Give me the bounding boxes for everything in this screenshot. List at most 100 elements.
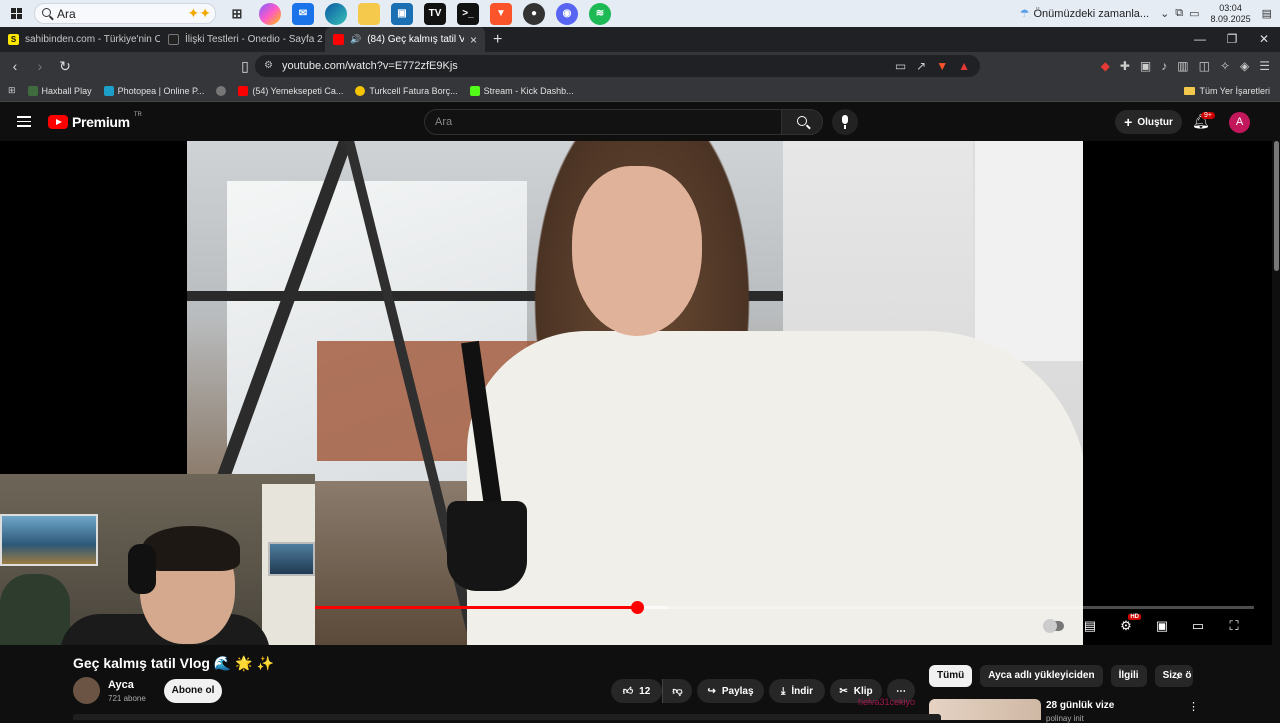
page-scrollbar[interactable] bbox=[1272, 141, 1280, 645]
bookmark-globe[interactable] bbox=[216, 85, 227, 96]
taskbar-clock[interactable]: 03:04 8.09.2025 bbox=[1211, 3, 1251, 25]
notification-center-icon[interactable]: ▤ bbox=[1262, 7, 1272, 20]
subscribe-button[interactable]: Abone ol bbox=[164, 679, 222, 703]
extension-icon[interactable]: ◆ bbox=[1101, 59, 1110, 73]
bookmark-photopea[interactable]: Photopea | Online P... bbox=[103, 85, 205, 96]
new-tab-icon[interactable]: + bbox=[493, 31, 502, 49]
menu-icon[interactable]: ☰ bbox=[1259, 59, 1270, 73]
description-box[interactable] bbox=[73, 714, 941, 720]
extensions-icon[interactable]: ✚ bbox=[1120, 59, 1130, 73]
recommendation-channel[interactable]: polinay init bbox=[1046, 714, 1084, 723]
screenshot-icon[interactable]: ▣ bbox=[1140, 59, 1151, 73]
site-info-icon[interactable]: ⚙ bbox=[264, 60, 273, 71]
weather-widget[interactable]: ☂ Önümüzdeki zamanla... bbox=[1020, 7, 1149, 21]
autoplay-toggle[interactable] bbox=[1043, 617, 1064, 635]
back-icon[interactable]: ‹ bbox=[5, 58, 25, 74]
tab-onedio[interactable]: İlişki Testleri - Onedio - Sayfa 2 bbox=[160, 27, 325, 52]
terminal-icon[interactable]: >_ bbox=[457, 2, 479, 25]
webcam-painting bbox=[268, 542, 315, 576]
mail-icon[interactable]: ✉ bbox=[292, 2, 314, 25]
theater-mode-icon[interactable]: ▭ bbox=[1188, 617, 1208, 635]
file-explorer-icon[interactable] bbox=[358, 2, 380, 25]
channel-name[interactable]: Ayca bbox=[108, 679, 134, 691]
copilot-icon[interactable] bbox=[259, 2, 281, 25]
share-icon[interactable]: ↗ bbox=[916, 59, 926, 73]
account-avatar[interactable]: A bbox=[1229, 112, 1250, 133]
tab-sahibinden[interactable]: S sahibinden.com - Türkiye'nin Online bbox=[0, 27, 160, 52]
restore-icon[interactable]: ❐ bbox=[1216, 27, 1248, 52]
fullscreen-icon[interactable]: ⛶ bbox=[1224, 617, 1244, 635]
recommendation-title[interactable]: 28 günlük vize bbox=[1046, 700, 1114, 711]
video-frame[interactable] bbox=[187, 141, 1083, 645]
channel-avatar[interactable] bbox=[73, 677, 100, 704]
task-view-icon[interactable]: ⊞ bbox=[226, 3, 248, 25]
chip-from-uploader[interactable]: Ayca adlı yükleyiciden bbox=[980, 665, 1103, 687]
bookmark-yemeksepeti[interactable]: (54) Yemeksepeti Ca... bbox=[238, 85, 343, 96]
chevron-right-icon[interactable]: › bbox=[1176, 669, 1180, 683]
audio-playing-icon[interactable]: 🔊 bbox=[350, 34, 361, 45]
close-tab-icon[interactable]: × bbox=[470, 33, 477, 47]
hamburger-menu-icon[interactable] bbox=[17, 116, 31, 130]
brave-icon[interactable]: ▼ bbox=[490, 2, 512, 25]
forward-icon[interactable]: › bbox=[30, 58, 50, 74]
address-bar[interactable]: ⚙ youtube.com/watch?v=E772zfE9Kjs ▭ ↗ ▼ … bbox=[255, 55, 980, 77]
close-window-icon[interactable]: ✕ bbox=[1248, 27, 1280, 52]
youtube-favicon bbox=[333, 34, 344, 45]
search-input[interactable]: Ara bbox=[424, 109, 782, 135]
bookmark-turkcell[interactable]: Turkcell Fatura Borç... bbox=[355, 85, 458, 96]
chevron-up-icon[interactable]: ⌄ bbox=[1160, 7, 1169, 20]
all-bookmarks[interactable]: Tüm Yer İşaretleri bbox=[1184, 86, 1270, 96]
spotify-icon[interactable]: ≋ bbox=[589, 2, 611, 25]
player-controls: ▤ ⚙ HD ▣ ▭ ⛶ bbox=[1043, 614, 1244, 635]
bookmark-haxball[interactable]: Haxball Play bbox=[27, 85, 92, 96]
bookmark-kick[interactable]: Stream - Kick Dashb... bbox=[469, 85, 574, 96]
voice-search-icon[interactable] bbox=[832, 109, 858, 135]
download-icon: ⤓ bbox=[780, 685, 786, 697]
share-button[interactable]: ↪ Paylaş bbox=[697, 679, 764, 703]
ai-icon[interactable]: ✧ bbox=[1220, 59, 1230, 73]
os-taskbar: Ara ✦✦ ⊞ ✉ ▣ TV >_ ▼ ● ◉ ≋ ☂ Önümüzdeki … bbox=[0, 0, 1280, 27]
settings-gear-icon[interactable]: ⚙ HD bbox=[1116, 614, 1141, 635]
brave-shield-icon[interactable]: ▼ bbox=[936, 59, 948, 73]
taskbar-search[interactable]: Ara ✦✦ bbox=[34, 3, 216, 24]
create-button[interactable]: + Oluştur bbox=[1115, 110, 1182, 134]
youtube-logo[interactable]: Premium TR bbox=[48, 112, 142, 130]
miniplayer-icon[interactable]: ▣ bbox=[1152, 617, 1172, 635]
tradingview-icon[interactable]: TV bbox=[424, 2, 446, 25]
progress-bar[interactable] bbox=[315, 601, 1254, 614]
download-button[interactable]: ⤓ İndir bbox=[769, 679, 825, 703]
bookmark-label: Photopea | Online P... bbox=[117, 85, 205, 96]
subtitles-icon[interactable]: ▤ bbox=[1080, 617, 1100, 635]
store-icon[interactable]: ▣ bbox=[391, 2, 413, 25]
sidebar-icon[interactable]: ▥ bbox=[1177, 59, 1188, 73]
wallet-icon[interactable]: ◫ bbox=[1199, 59, 1210, 73]
discord-icon[interactable]: ◉ bbox=[556, 2, 578, 25]
video-subject-bag bbox=[447, 501, 527, 591]
apps-grid-icon[interactable]: ⊞ bbox=[8, 85, 16, 96]
display-icon[interactable]: ▭ bbox=[1189, 7, 1199, 20]
minimize-icon[interactable]: — bbox=[1184, 27, 1216, 52]
tab-youtube[interactable]: 🔊 (84) Geç kalmış tatil Vlog 🌊 ( × bbox=[325, 27, 485, 52]
bookmark-icon[interactable]: ▯ bbox=[235, 58, 255, 75]
search-button[interactable] bbox=[781, 109, 823, 135]
reload-icon[interactable]: ↻ bbox=[55, 58, 75, 75]
like-button[interactable]: 👍︎ 12 bbox=[611, 679, 662, 703]
recommendation-thumbnail[interactable] bbox=[929, 699, 1041, 720]
chip-for-you[interactable]: Size ö bbox=[1154, 665, 1193, 687]
brave-rewards-icon[interactable]: ▲ bbox=[958, 59, 970, 73]
turkcell-favicon bbox=[355, 85, 366, 96]
chip-all[interactable]: Tümü bbox=[929, 665, 973, 687]
cast-icon[interactable]: ▭ bbox=[895, 59, 906, 73]
video-player[interactable]: ▤ ⚙ HD ▣ ▭ ⛶ bbox=[0, 141, 1272, 649]
vpn-icon[interactable]: ◈ bbox=[1240, 59, 1249, 73]
windows-start-icon[interactable] bbox=[0, 0, 32, 27]
music-icon[interactable]: ♪ bbox=[1161, 59, 1167, 73]
edge-icon[interactable] bbox=[325, 2, 347, 25]
dislike-button[interactable]: 👎︎ bbox=[662, 679, 692, 703]
network-icon[interactable]: ⧉ bbox=[1175, 7, 1183, 20]
scrubber-handle[interactable] bbox=[631, 601, 645, 614]
more-vertical-icon[interactable]: ⋮ bbox=[1188, 700, 1199, 713]
app-icon[interactable]: ● bbox=[523, 2, 545, 25]
chip-related[interactable]: İlgili bbox=[1110, 665, 1147, 687]
scrollbar-thumb[interactable] bbox=[1274, 141, 1279, 271]
